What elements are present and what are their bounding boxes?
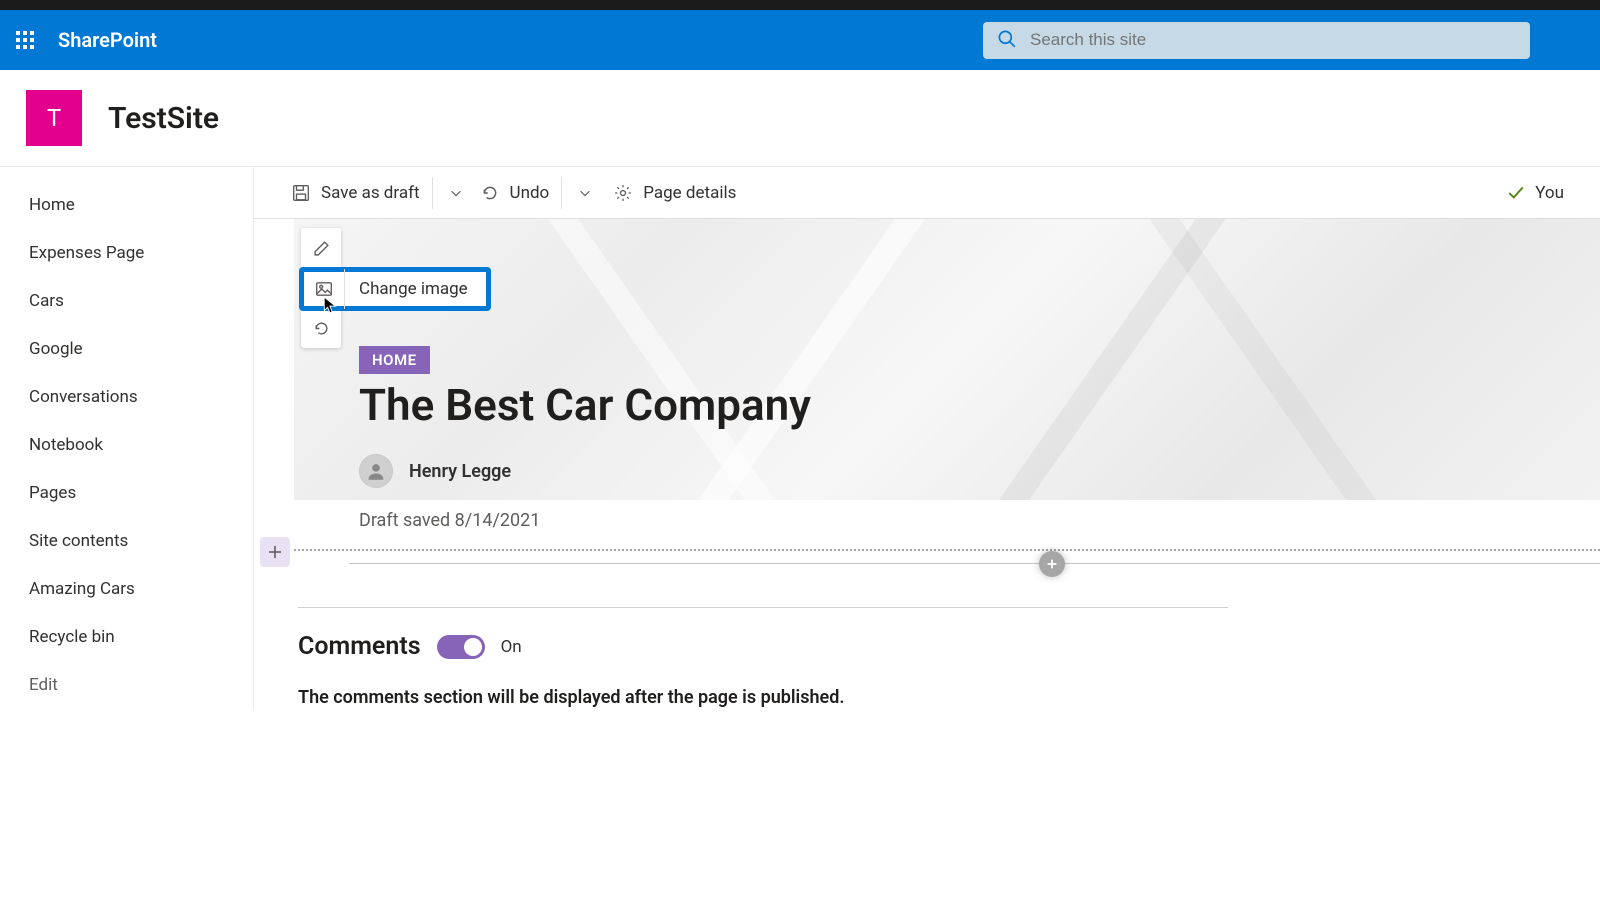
undo-button[interactable]: Undo	[481, 183, 550, 203]
add-section-button[interactable]	[260, 537, 290, 567]
nav-site-contents[interactable]: Site contents	[0, 517, 253, 565]
nav-edit-button[interactable]: Edit	[0, 661, 253, 709]
page-badge: HOME	[359, 346, 430, 374]
comments-note: The comments section will be displayed a…	[298, 687, 1600, 708]
search-box[interactable]	[983, 22, 1530, 59]
separator	[344, 269, 345, 309]
save-label: Save as draft	[321, 183, 420, 203]
avatar[interactable]	[359, 454, 393, 488]
save-icon	[292, 184, 310, 202]
page-details-label: Page details	[643, 183, 736, 203]
nav-home[interactable]: Home	[0, 181, 253, 229]
change-image-flyout[interactable]: Change image	[301, 269, 489, 309]
command-bar: Save as draft Undo Page	[254, 167, 1600, 219]
nav-recycle-bin[interactable]: Recycle bin	[0, 613, 253, 661]
divider	[298, 607, 1228, 608]
toggle-knob	[464, 638, 482, 656]
change-image-label: Change image	[359, 279, 468, 299]
nav-cars[interactable]: Cars	[0, 277, 253, 325]
waffle-icon	[16, 31, 34, 49]
app-launcher-button[interactable]	[0, 10, 50, 70]
page-details-button[interactable]: Page details	[614, 183, 736, 203]
comments-toggle[interactable]	[437, 635, 485, 659]
solid-line	[349, 563, 1600, 564]
search-icon	[997, 29, 1016, 52]
nav-conversations[interactable]: Conversations	[0, 373, 253, 421]
save-as-draft-button[interactable]: Save as draft	[292, 183, 420, 203]
comments-toggle-label: On	[501, 637, 522, 657]
left-nav: Home Expenses Page Cars Google Conversat…	[0, 167, 254, 709]
cursor-icon	[322, 296, 340, 318]
nav-notebook[interactable]: Notebook	[0, 421, 253, 469]
section-divider	[294, 549, 1600, 581]
nav-pages[interactable]: Pages	[0, 469, 253, 517]
brand-label[interactable]: SharePoint	[58, 28, 157, 52]
edit-tool-button[interactable]	[301, 228, 341, 268]
layout: Home Expenses Page Cars Google Conversat…	[0, 167, 1600, 709]
search-wrap	[983, 22, 1530, 59]
undo-icon	[481, 184, 499, 202]
undo-dropdown[interactable]	[574, 186, 596, 200]
status-label: You	[1535, 183, 1564, 203]
save-dropdown[interactable]	[445, 186, 467, 200]
draft-saved-label: Draft saved 8/14/2021	[359, 510, 1600, 531]
image-icon	[304, 280, 344, 298]
dotted-line	[294, 549, 1600, 551]
site-title[interactable]: TestSite	[108, 101, 219, 136]
site-header: T TestSite	[0, 70, 1600, 167]
nav-amazing-cars[interactable]: Amazing Cars	[0, 565, 253, 613]
author-name[interactable]: Henry Legge	[409, 461, 511, 482]
comments-header: Comments On	[298, 632, 1600, 661]
site-logo[interactable]: T	[26, 90, 82, 146]
suite-bar: SharePoint	[0, 10, 1600, 70]
author-row: Henry Legge	[359, 454, 511, 488]
browser-chrome	[0, 0, 1600, 10]
page-canvas: Change image HOME The Best Car Company H…	[294, 219, 1600, 708]
nav-google[interactable]: Google	[0, 325, 253, 373]
undo-label: Undo	[510, 183, 550, 203]
search-input[interactable]	[1030, 30, 1516, 50]
separator	[432, 177, 433, 209]
checkmark-icon	[1507, 184, 1525, 202]
nav-expenses-page[interactable]: Expenses Page	[0, 229, 253, 277]
status-indicator[interactable]: You	[1507, 183, 1564, 203]
comments-title: Comments	[298, 632, 421, 661]
comments-section: Comments On The comments section will be…	[298, 632, 1600, 708]
separator	[561, 177, 562, 209]
gear-icon	[614, 184, 632, 202]
title-area[interactable]: Change image HOME The Best Car Company H…	[294, 219, 1600, 500]
page-title[interactable]: The Best Car Company	[359, 379, 811, 431]
add-webpart-button[interactable]	[1039, 551, 1065, 577]
main: Save as draft Undo Page	[254, 167, 1600, 709]
